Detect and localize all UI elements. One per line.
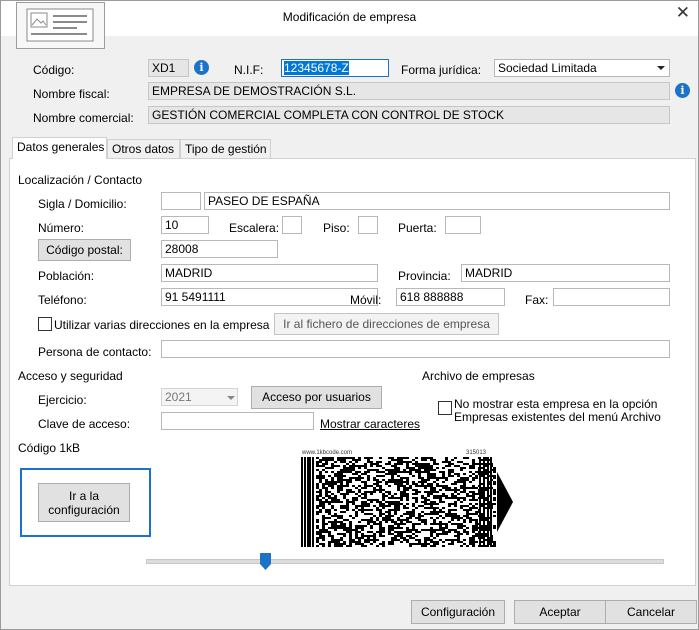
- nif-field[interactable]: 12345678-Z: [281, 59, 389, 77]
- provincia-field[interactable]: MADRID: [461, 264, 670, 282]
- nombre-fiscal-label: Nombre fiscal:: [33, 87, 110, 101]
- forma-juridica-value: Sociedad Limitada: [498, 61, 597, 75]
- slider-thumb[interactable]: [259, 553, 271, 570]
- nombre-comercial-label: Nombre comercial:: [33, 111, 134, 125]
- sigla-field[interactable]: [161, 192, 201, 210]
- ejercicio-value: 2021: [165, 390, 192, 404]
- clave-acceso-field[interactable]: [161, 412, 314, 430]
- no-mostrar-checkbox[interactable]: [438, 401, 452, 415]
- provincia-label: Provincia:: [398, 269, 451, 283]
- domicilio-field[interactable]: PASEO DE ESPAÑA: [204, 192, 670, 210]
- dialog-window: Modificación de empresa ✕ Código: XD1 i …: [0, 0, 699, 630]
- codigo-postal-field[interactable]: 28008: [161, 240, 278, 258]
- ejercicio-label: Ejercicio:: [38, 393, 87, 407]
- configuracion-button[interactable]: Configuración: [411, 600, 505, 624]
- telefono-field[interactable]: 91 5491111: [161, 288, 378, 306]
- config-button-line2: configuración: [48, 503, 120, 517]
- tab-label: Otros datos: [112, 142, 175, 156]
- poblacion-label: Población:: [38, 269, 95, 283]
- fax-label: Fax:: [525, 293, 549, 307]
- persona-contacto-label: Persona de contacto:: [38, 345, 152, 359]
- acceso-usuarios-button[interactable]: Acceso por usuarios: [251, 386, 382, 409]
- image-placeholder-icon: [26, 8, 94, 42]
- window-title: Modificación de empresa: [282, 10, 417, 24]
- ir-configuracion-button[interactable]: Ir a la configuración: [38, 483, 130, 522]
- sigla-domicilio-label: Sigla / Domicilio:: [38, 197, 127, 211]
- aceptar-button[interactable]: Aceptar: [514, 600, 606, 624]
- nombre-comercial-field[interactable]: GESTIÓN COMERCIAL COMPLETA CON CONTROL D…: [148, 106, 670, 124]
- nif-selected-text: 12345678-Z: [284, 61, 349, 75]
- forma-juridica-select[interactable]: Sociedad Limitada: [494, 59, 670, 77]
- nombre-fiscal-field[interactable]: EMPRESA DE DEMOSTRACIÓN S.L.: [148, 82, 670, 100]
- fax-field[interactable]: [553, 288, 670, 306]
- movil-field[interactable]: 618 888888: [396, 288, 505, 306]
- slider-track[interactable]: [146, 559, 664, 564]
- numero-field[interactable]: 10: [161, 216, 209, 234]
- codigo-label: Código:: [33, 63, 75, 77]
- escalera-label: Escalera:: [229, 221, 280, 235]
- title-bar: Modificación de empresa ✕: [1, 1, 698, 36]
- puerta-field[interactable]: [445, 216, 481, 234]
- persona-contacto-field[interactable]: [161, 340, 670, 358]
- numero-label: Número:: [38, 221, 85, 235]
- codigo-postal-button[interactable]: Código postal:: [38, 239, 131, 261]
- mostrar-caracteres-link[interactable]: Mostrar caracteres: [320, 417, 420, 431]
- section-acceso-title: Acceso y seguridad: [18, 369, 123, 383]
- barcode-url-text: www.1kbcode.com: [302, 450, 353, 456]
- config-button-line1: Ir a la: [68, 489, 99, 503]
- escalera-field[interactable]: [282, 216, 302, 234]
- movil-label: Móvil:: [350, 293, 382, 307]
- chevron-down-icon[interactable]: [227, 396, 235, 400]
- tab-datos-generales[interactable]: Datos generales: [12, 137, 107, 159]
- tab-otros-datos[interactable]: Otros datos: [107, 139, 180, 158]
- puerta-label: Puerta:: [398, 221, 437, 235]
- section-codigo1kb-title: Código 1kB: [18, 441, 81, 455]
- no-mostrar-label-line1: No mostrar esta empresa en la opción: [454, 397, 658, 411]
- clave-acceso-label: Clave de acceso:: [38, 417, 131, 431]
- section-archivo-title: Archivo de empresas: [422, 369, 535, 383]
- telefono-label: Teléfono:: [38, 293, 87, 307]
- codigo-info-icon[interactable]: i: [194, 60, 209, 75]
- nif-label: N.I.F:: [234, 63, 264, 77]
- nombre-fiscal-info-icon[interactable]: i: [675, 83, 690, 98]
- codigo-field[interactable]: XD1: [148, 59, 189, 77]
- fichero-direcciones-button[interactable]: Ir al fichero de direcciones de empresa: [274, 313, 499, 335]
- poblacion-field[interactable]: MADRID: [161, 264, 378, 282]
- barcode-id-text: 315013: [466, 450, 487, 456]
- cancelar-button[interactable]: Cancelar: [605, 600, 697, 624]
- chevron-down-icon[interactable]: [657, 66, 665, 70]
- piso-field[interactable]: [358, 216, 378, 234]
- tab-tipo-gestion[interactable]: Tipo de gestión: [180, 139, 271, 158]
- forma-juridica-label: Forma jurídica:: [401, 63, 482, 77]
- varias-direcciones-label: Utilizar varias direcciones en la empres…: [54, 318, 270, 332]
- company-logo-placeholder[interactable]: [16, 2, 105, 49]
- tab-label: Tipo de gestión: [185, 142, 267, 156]
- varias-direcciones-checkbox[interactable]: [38, 317, 52, 331]
- piso-label: Piso:: [323, 221, 350, 235]
- tab-label: Datos generales: [17, 140, 105, 154]
- section-localizacion-title: Localización / Contacto: [18, 173, 143, 187]
- close-icon[interactable]: ✕: [676, 3, 690, 23]
- no-mostrar-label-line2: Empresas existentes del menú Archivo: [454, 410, 661, 424]
- barcode-1kb-image: [301, 457, 513, 547]
